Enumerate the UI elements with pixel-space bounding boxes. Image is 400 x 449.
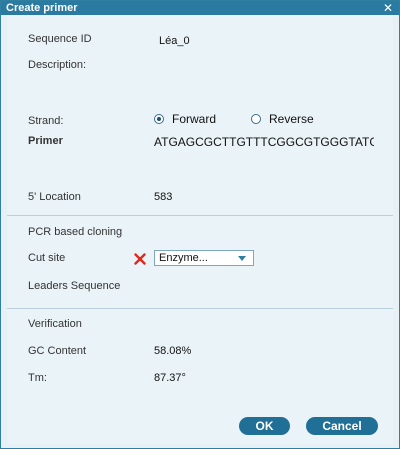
cut-site-label: Cut site: [28, 252, 66, 264]
tm-value: 87.37°: [154, 372, 186, 384]
strand-reverse-label[interactable]: Reverse: [269, 112, 314, 126]
sequence-id-label: Sequence ID: [28, 33, 92, 45]
strand-forward-radio[interactable]: [154, 114, 164, 124]
ok-button[interactable]: OK: [239, 417, 290, 435]
description-label: Description:: [28, 59, 87, 71]
pcr-section-title: PCR based cloning: [28, 226, 123, 238]
enzyme-select[interactable]: Enzyme...: [154, 250, 254, 266]
verification-title: Verification: [28, 318, 82, 330]
strand-forward-label[interactable]: Forward: [172, 112, 216, 126]
cancel-button[interactable]: Cancel: [306, 417, 378, 435]
sequence-id-value: Léa_0: [159, 35, 190, 47]
location-label: 5' Location: [28, 191, 81, 203]
error-x-icon: [134, 253, 146, 265]
chevron-down-icon: [238, 256, 246, 261]
leaders-sequence-label: Leaders Sequence: [28, 280, 121, 292]
enzyme-select-value: Enzyme...: [159, 252, 208, 264]
tm-label: Tm:: [28, 372, 47, 384]
radio-selected-dot: [157, 117, 161, 121]
strand-label: Strand:: [28, 115, 64, 127]
gc-content-label: GC Content: [28, 345, 87, 357]
create-primer-dialog: Create primer ✕ Sequence ID Léa_0 Descri…: [0, 0, 400, 449]
dialog-title: Create primer: [6, 2, 78, 14]
close-icon[interactable]: ✕: [383, 1, 393, 15]
primer-label: Primer: [28, 135, 63, 147]
gc-content-value: 58.08%: [154, 345, 192, 357]
strand-reverse-radio[interactable]: [251, 114, 261, 124]
location-value[interactable]: 583: [154, 191, 172, 203]
title-bar: Create primer ✕: [1, 1, 399, 15]
primer-sequence[interactable]: ATGAGCGCTTGTTTCGGCGTGGGTATG: [154, 135, 374, 149]
